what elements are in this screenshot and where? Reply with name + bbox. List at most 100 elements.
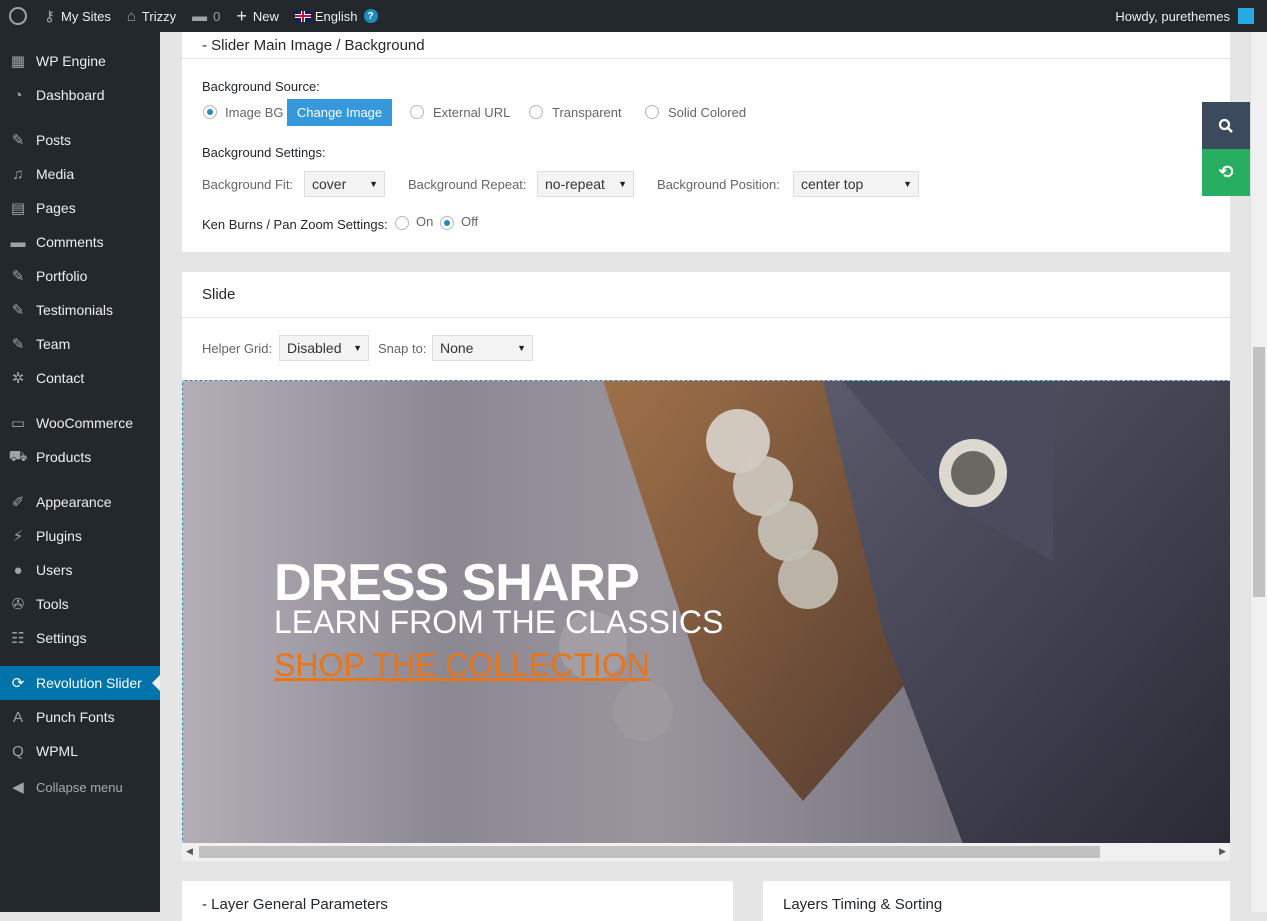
caption-subtitle[interactable]: LEARN FROM THE CLASSICS [274,606,723,638]
comment-icon: ▬ [10,233,26,251]
user-icon: ● [13,561,23,579]
sidebar-item-label: Settings [36,630,87,646]
sidebar-item-label: Punch Fonts [36,709,115,725]
caption-link[interactable]: SHOP THE COLLECTION [274,649,650,681]
sidebar-item-tools[interactable]: ✇ Tools [0,587,160,621]
sidebar-item-pages[interactable]: ▤ Pages [0,191,160,225]
radio-transparent[interactable] [529,105,543,119]
sidebar-item-wpml[interactable]: Q WPML [0,734,160,768]
helper-grid-label: Helper Grid: [202,341,273,356]
sidebar-item-contact[interactable]: ✲ Contact [0,361,160,395]
external-url-label: External URL [433,105,511,120]
collapse-icon: ◀ [12,779,24,796]
slide-panel-title: Slide [182,272,1230,318]
page-icon: ▤ [10,200,26,217]
comments-link[interactable]: ▬ 0 [184,0,228,32]
radio-image-bg[interactable] [203,105,217,119]
sidebar-item-media[interactable]: ♫ Media [0,157,160,191]
scroll-left-icon[interactable]: ◀ [186,846,193,857]
helper-grid-select[interactable]: Disabled ▼ [279,335,369,361]
sidebar-item-comments[interactable]: ▬ Comments [0,225,160,259]
sidebar-item-testimonials[interactable]: ✎ Testimonials [0,293,160,327]
pin-icon: ✎ [11,336,25,353]
dashboard-icon: ◔ [13,86,23,104]
sidebar-item-wp-engine[interactable]: ▦ WP Engine [0,44,160,78]
dropdown-arrow-icon: ▼ [517,343,526,353]
ken-burns-label: Ken Burns / Pan Zoom Settings: [202,217,388,232]
gear-icon: ✲ [11,370,25,387]
new-content-link[interactable]: + New [228,0,287,32]
uk-flag-icon [294,10,311,22]
sidebar-item-label: Portfolio [36,268,88,284]
plug-icon: ⚡ [12,528,24,545]
key-icon: ⚷ [44,7,55,25]
canvas-scrollbar-thumb[interactable] [199,846,1100,858]
radio-external-url[interactable] [410,105,424,119]
search-button[interactable] [1202,102,1250,149]
sidebar-item-users[interactable]: ● Users [0,553,160,587]
home-icon: ⌂ [126,7,136,25]
sidebar-item-posts[interactable]: ✎ Posts [0,123,160,157]
background-fit-label: Background Fit: [202,177,294,192]
radio-kenburns-off[interactable] [440,216,454,230]
page-scrollbar[interactable] [1250,32,1267,912]
font-icon: A [12,708,23,726]
my-sites-link[interactable]: ⚷ My Sites [36,0,119,32]
sidebar-item-label: Collapse menu [36,779,123,795]
radio-kenburns-on[interactable] [395,216,409,230]
wrench-icon: ✇ [11,596,25,613]
woo-icon: ▭ [10,415,26,432]
pin-icon: ✎ [11,268,25,285]
cart-icon: ⛟ [8,447,28,465]
background-fit-select[interactable]: cover ▼ [304,171,385,197]
canvas-scrollbar[interactable]: ◀ ▶ [182,843,1230,861]
help-icon[interactable]: ? [363,9,378,23]
slide-panel: Slide Helper Grid: Disabled ▼ Snap to: No… [182,272,1230,861]
sidebar-item-appearance[interactable]: ✐ Appearance [0,485,160,519]
language-switcher[interactable]: English ? [287,0,386,32]
radio-solid-colored[interactable] [645,105,659,119]
kenburns-off-label: Off [461,214,479,229]
background-position-label: Background Position: [657,177,780,192]
sidebar-item-plugins[interactable]: ⚡ Plugins [0,519,160,553]
solid-colored-label: Solid Colored [668,105,747,120]
background-repeat-select[interactable]: no-repeat ▼ [537,171,634,197]
background-source-label: Background Source: [202,79,320,94]
sidebar-item-label: Testimonials [36,302,114,318]
background-settings-label: Background Settings: [202,145,326,160]
dropdown-arrow-icon: ▼ [353,343,362,353]
sidebar-item-products[interactable]: ⛟ Products [0,440,160,474]
site-name-link[interactable]: ⌂ Trizzy [119,0,184,32]
account-menu[interactable]: Howdy, purethemes [1107,0,1267,32]
refresh-button[interactable]: ⟲ [1202,149,1250,196]
sidebar-item-label: Pages [36,200,76,216]
panel-title[interactable]: Layers Timing & Sorting [763,881,1230,913]
sidebar-item-settings[interactable]: ☷ Settings [0,621,160,655]
sidebar-item-revolution-slider[interactable]: ⟳ Revolution Slider [0,666,160,700]
sidebar-item-label: Contact [36,370,85,386]
page-scrollbar-thumb[interactable] [1253,347,1265,597]
change-image-button[interactable]: Change Image [287,99,392,126]
sidebar-item-portfolio[interactable]: ✎ Portfolio [0,259,160,293]
background-position-select[interactable]: center top ▼ [793,171,919,197]
sidebar-item-collapse-menu[interactable]: ◀ Collapse menu [0,770,160,804]
scroll-right-icon[interactable]: ▶ [1219,846,1226,857]
sidebar-item-team[interactable]: ✎ Team [0,327,160,361]
sidebar-item-woocommerce[interactable]: ▭ WooCommerce [0,406,160,440]
caption-title[interactable]: DRESS SHARP [274,557,640,609]
admin-sidebar: ▦ WP Engine ◔ Dashboard ✎ Posts ♫ Media ▤ Pages ▬ C… [0,32,160,912]
dropdown-arrow-icon: ▼ [618,179,627,189]
sidebar-item-dashboard[interactable]: ◔ Dashboard [0,78,160,112]
avatar [1238,8,1254,24]
sidebar-item-label: Revolution Slider [36,675,142,691]
comment-icon: ▬ [192,7,208,25]
panel-title[interactable]: - Slider Main Image / Background [182,32,1230,59]
sidebar-item-punch-fonts[interactable]: A Punch Fonts [0,700,160,734]
brush-icon: ✐ [11,494,25,511]
panel-title[interactable]: - Layer General Parameters [182,881,733,913]
snap-to-select[interactable]: None ▼ [432,335,533,361]
wordpress-logo-icon[interactable] [0,0,36,32]
slide-canvas[interactable]: DRESS SHARP LEARN FROM THE CLASSICS SHOP… [182,380,1230,843]
grid-icon: ▦ [10,53,26,70]
sidebar-item-label: WooCommerce [36,415,133,431]
